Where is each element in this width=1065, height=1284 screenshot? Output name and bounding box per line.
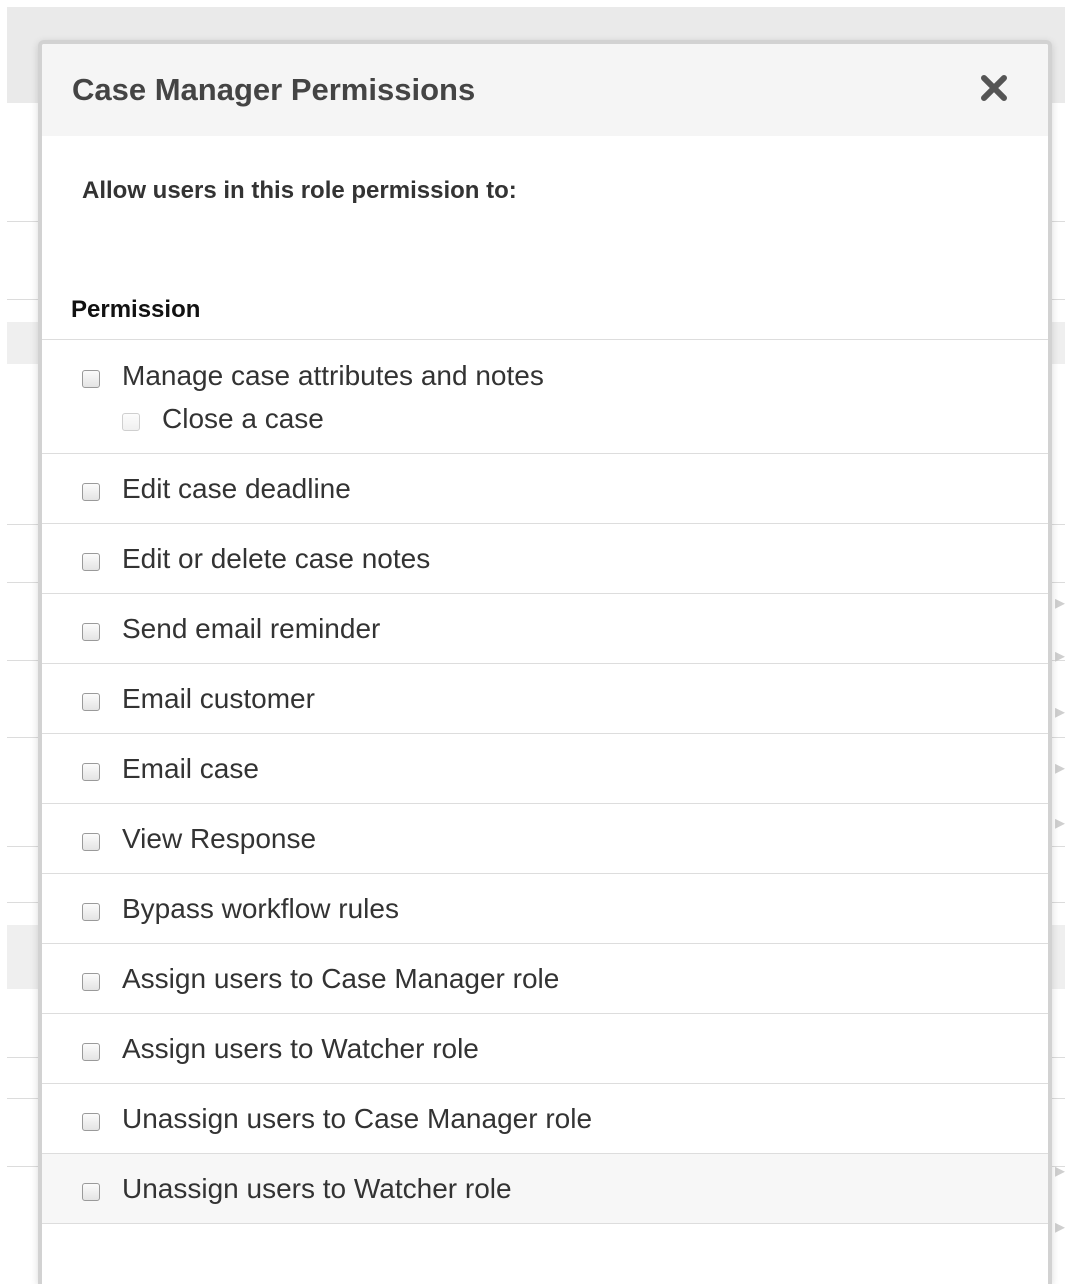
- background-arrow-icon: ▸: [1055, 757, 1065, 779]
- background-arrow-icon: ▸: [1055, 812, 1065, 834]
- modal-header: Case Manager Permissions: [42, 44, 1048, 136]
- list-item: Edit case deadline: [42, 454, 1048, 524]
- close-icon: [981, 75, 1007, 101]
- sub-permission-checkbox[interactable]: [122, 413, 140, 431]
- list-item: Bypass workflow rules: [42, 874, 1048, 944]
- permission-label: Assign users to Watcher role: [122, 1033, 479, 1064]
- permission-checkbox[interactable]: [82, 973, 100, 991]
- list-item: Manage case attributes and notes Close a…: [42, 340, 1048, 454]
- background-arrow-icon: ▸: [1055, 1216, 1065, 1238]
- permission-label: Bypass workflow rules: [122, 893, 399, 924]
- list-item: Edit or delete case notes: [42, 524, 1048, 594]
- permission-label: Send email reminder: [122, 613, 381, 644]
- background-arrow-icon: ▸: [1055, 701, 1065, 723]
- sub-permission-label: Close a case: [162, 403, 324, 434]
- permission-checkbox[interactable]: [82, 903, 100, 921]
- permission-checkbox[interactable]: [82, 1113, 100, 1131]
- list-item: Assign users to Watcher role: [42, 1014, 1048, 1084]
- modal-title: Case Manager Permissions: [72, 72, 476, 107]
- permission-list: Manage case attributes and notes Close a…: [42, 339, 1048, 1224]
- permission-checkbox[interactable]: [82, 1043, 100, 1061]
- background-arrow-icon: ▸: [1055, 645, 1065, 667]
- list-item: Email customer: [42, 664, 1048, 734]
- permission-label: View Response: [122, 823, 317, 854]
- list-item: Email case: [42, 734, 1048, 804]
- permission-checkbox[interactable]: [82, 693, 100, 711]
- permission-label: Unassign users to Watcher role: [122, 1173, 512, 1204]
- permission-checkbox[interactable]: [82, 1183, 100, 1201]
- list-item: Unassign users to Case Manager role: [42, 1084, 1048, 1154]
- permission-checkbox[interactable]: [82, 483, 100, 501]
- background-arrow-icon: ▸: [1055, 1160, 1065, 1182]
- close-button[interactable]: [976, 70, 1012, 106]
- permission-label: Edit or delete case notes: [122, 543, 431, 574]
- list-item: Unassign users to Watcher role: [42, 1154, 1048, 1224]
- permission-label: Unassign users to Case Manager role: [122, 1103, 593, 1134]
- permission-label: Manage case attributes and notes: [122, 360, 544, 391]
- permission-checkbox[interactable]: [82, 370, 100, 388]
- permissions-modal: Case Manager Permissions Allow users in …: [38, 40, 1052, 1284]
- permission-checkbox[interactable]: [82, 833, 100, 851]
- permission-checkbox[interactable]: [82, 553, 100, 571]
- permission-checkbox[interactable]: [82, 763, 100, 781]
- permission-label: Assign users to Case Manager role: [122, 963, 560, 994]
- permission-label: Email customer: [122, 683, 315, 714]
- intro-text: Allow users in this role permission to:: [82, 177, 517, 204]
- permission-label: Email case: [122, 753, 259, 784]
- permission-column-header: Permission: [71, 296, 201, 323]
- permission-checkbox[interactable]: [82, 623, 100, 641]
- background-arrow-icon: ▸: [1055, 592, 1065, 614]
- list-item: View Response: [42, 804, 1048, 874]
- permission-label: Edit case deadline: [122, 473, 351, 504]
- list-item: Send email reminder: [42, 594, 1048, 664]
- list-item: Assign users to Case Manager role: [42, 944, 1048, 1014]
